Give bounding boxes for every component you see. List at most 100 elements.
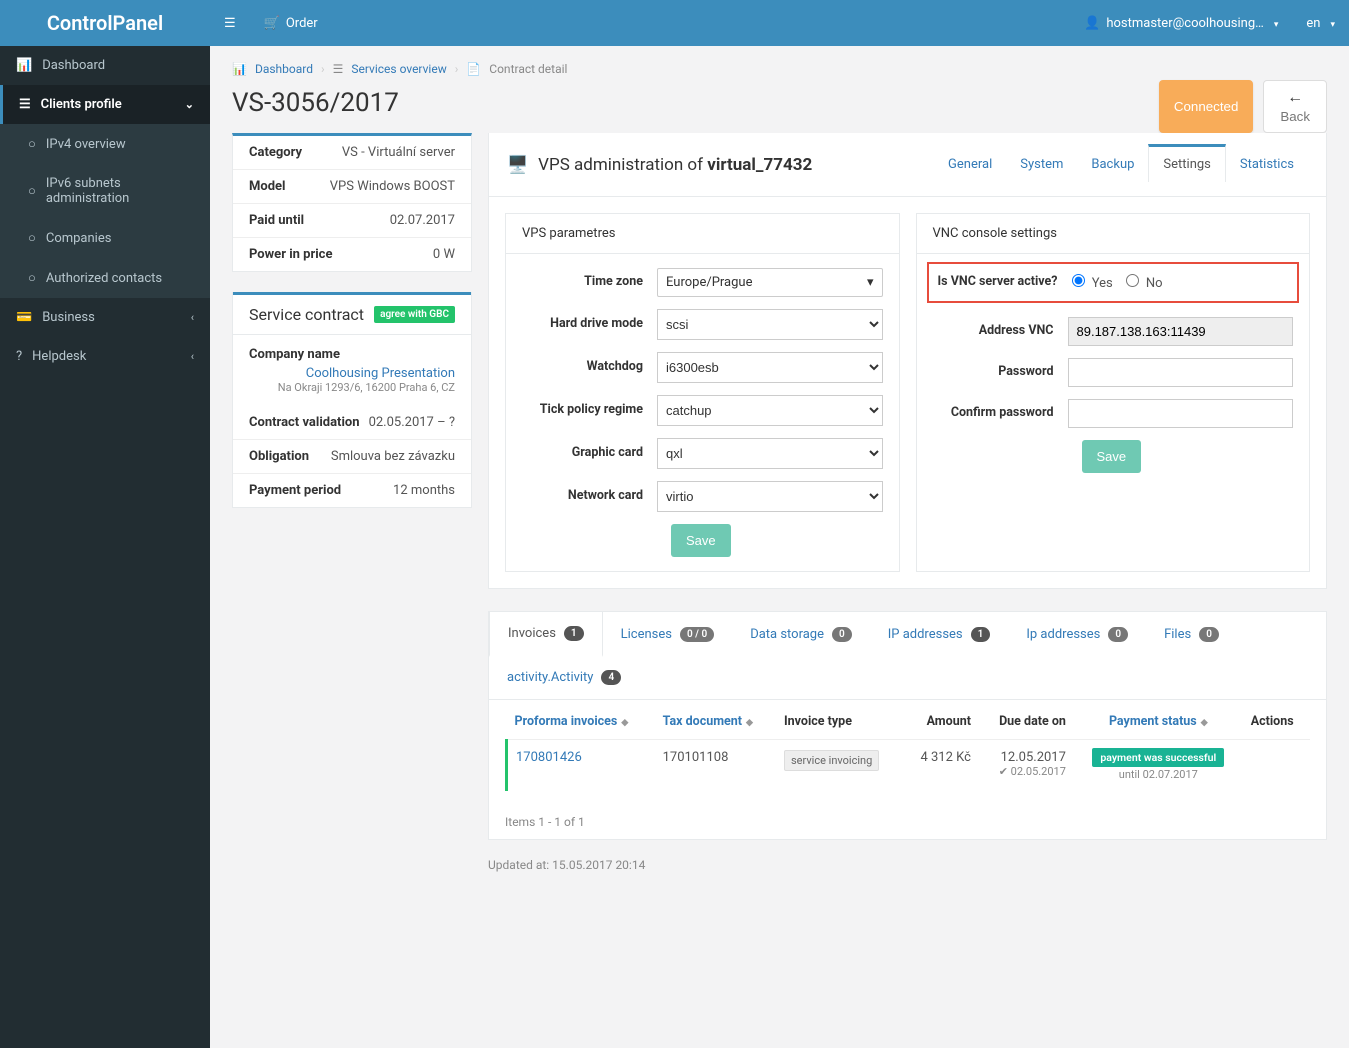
watchdog-select[interactable]: i6300esb xyxy=(657,352,883,383)
tax-cell: 170101108 xyxy=(655,740,776,792)
breadcrumb-dashboard[interactable]: Dashboard xyxy=(255,62,313,76)
menu-toggle-icon[interactable]: ☰ xyxy=(210,16,250,31)
list-icon: ☰ xyxy=(333,62,344,76)
company-address: Na Okraji 1293/6, 16200 Praha 6, CZ xyxy=(249,381,455,394)
badge: 0 / 0 xyxy=(680,627,714,642)
sidebar-item-clients-profile[interactable]: ☰ Clients profile ⌄ xyxy=(0,85,210,124)
chevron-left-icon: ‹ xyxy=(191,350,194,363)
back-button[interactable]: ← Back xyxy=(1263,80,1327,133)
user-label: hostmaster@coolhousing… xyxy=(1106,16,1264,31)
tab-backup[interactable]: Backup xyxy=(1077,147,1148,182)
vnc-no-label: No xyxy=(1146,276,1163,291)
vps-title-name: virtual_77432 xyxy=(707,155,812,175)
save-params-button[interactable]: Save xyxy=(671,524,731,557)
sidebar-item-companies[interactable]: ○ Companies xyxy=(0,218,210,258)
btab-label: Files xyxy=(1164,627,1191,642)
vnc-radio-yes[interactable] xyxy=(1072,274,1085,287)
tick-select[interactable]: catchup xyxy=(657,395,883,426)
breadcrumb-services[interactable]: Services overview xyxy=(351,62,446,76)
btab-label: IP addresses xyxy=(888,627,963,642)
vnc-title: VNC console settings xyxy=(917,214,1310,254)
payment-status-badge: payment was successful xyxy=(1092,748,1224,767)
user-menu[interactable]: 👤 hostmaster@coolhousing… xyxy=(1070,16,1292,31)
btab-label: Invoices xyxy=(508,626,556,641)
user-icon: 👤 xyxy=(1084,16,1100,31)
th-status[interactable]: Payment status◆ xyxy=(1074,704,1243,740)
circle-icon: ○ xyxy=(28,230,36,246)
list-icon: ☰ xyxy=(19,97,31,112)
tab-general[interactable]: General xyxy=(934,147,1006,182)
badge: 0 xyxy=(1108,627,1128,642)
sidebar-item-ipv4[interactable]: ○ IPv4 overview xyxy=(0,124,210,164)
lang-menu[interactable]: en xyxy=(1292,16,1349,31)
vps-params-title: VPS parametres xyxy=(506,214,899,254)
vnc-cpass-label: Confirm password xyxy=(933,405,1068,421)
btab-activity[interactable]: activity.Activity4 xyxy=(489,656,639,699)
btab-files[interactable]: Files0 xyxy=(1146,612,1237,656)
btab-ip-upper[interactable]: IP addresses 1 xyxy=(870,612,1009,656)
net-select[interactable]: virtio xyxy=(657,481,883,512)
chevron-down-icon: ⌄ xyxy=(185,98,194,111)
badge: 1 xyxy=(971,627,991,642)
sort-icon: ◆ xyxy=(1201,718,1208,728)
info-paid-label: Paid until xyxy=(249,213,304,228)
question-icon: ? xyxy=(16,349,22,364)
vnc-pass-input[interactable] xyxy=(1068,358,1294,387)
tab-statistics[interactable]: Statistics xyxy=(1226,147,1308,182)
connected-button[interactable]: Connected xyxy=(1159,80,1253,133)
contract-valid-label: Contract validation xyxy=(249,415,360,430)
vnc-yes-label: Yes xyxy=(1092,276,1113,291)
amount-cell: 4 312 Kč xyxy=(903,740,979,792)
sidebar-item-label: Dashboard xyxy=(42,58,105,73)
hdd-label: Hard drive mode xyxy=(522,316,657,332)
th-tax[interactable]: Tax document◆ xyxy=(655,704,776,740)
order-link[interactable]: 🛒 Order xyxy=(250,16,332,31)
sidebar-item-helpdesk[interactable]: ? Helpdesk ‹ xyxy=(0,337,210,376)
chevron-down-icon xyxy=(1326,16,1335,31)
payment-status-sub: until 02.07.2017 xyxy=(1082,768,1235,781)
sidebar-item-label: IPv4 overview xyxy=(46,137,126,152)
proforma-link[interactable]: 170801426 xyxy=(516,750,582,765)
btab-invoices[interactable]: Invoices1 xyxy=(489,612,603,657)
vps-title-pre: VPS administration of xyxy=(538,155,707,175)
vnc-radio-no[interactable] xyxy=(1126,274,1139,287)
vnc-cpass-input[interactable] xyxy=(1068,399,1294,428)
tick-label: Tick policy regime xyxy=(522,402,657,418)
table-footer: Items 1 - 1 of 1 xyxy=(489,805,1326,839)
vnc-active-label: Is VNC server active? xyxy=(937,274,1072,290)
tab-settings[interactable]: Settings xyxy=(1148,144,1225,182)
btab-licenses[interactable]: Licenses 0 / 0 xyxy=(603,612,733,656)
company-link[interactable]: Coolhousing Presentation xyxy=(306,366,455,381)
gfx-select[interactable]: qxl xyxy=(657,438,883,469)
vnc-radio-no-wrapper[interactable]: No xyxy=(1126,276,1163,291)
updated-at: Updated at: 15.05.2017 20:14 xyxy=(488,858,1327,872)
btab-label: Licenses xyxy=(621,627,672,642)
btab-ip-lower[interactable]: Ip addresses 0 xyxy=(1008,612,1146,656)
btab-storage[interactable]: Data storage0 xyxy=(732,612,870,656)
save-vnc-button[interactable]: Save xyxy=(1082,440,1142,473)
tz-select[interactable]: Europe/Prague ▾ xyxy=(657,268,883,297)
circle-icon: ○ xyxy=(28,136,36,152)
vps-card: 🖥️ VPS administration of virtual_77432 G… xyxy=(488,133,1327,589)
sidebar-item-business[interactable]: 💳 Business ‹ xyxy=(0,298,210,337)
vnc-radio-yes-wrapper[interactable]: Yes xyxy=(1072,276,1113,291)
btab-label: Ip addresses xyxy=(1026,627,1100,642)
lang-label: en xyxy=(1306,16,1320,31)
tab-system[interactable]: System xyxy=(1006,147,1077,182)
service-contract-title: Service contract xyxy=(249,305,364,324)
vnc-panel: VNC console settings Is VNC server activ… xyxy=(916,213,1311,572)
chevron-down-icon: ▾ xyxy=(867,275,874,290)
breadcrumb: 📊 Dashboard › ☰ Services overview › 📄 Co… xyxy=(232,62,1327,76)
th-proforma[interactable]: Proforma invoices◆ xyxy=(507,704,655,740)
sidebar-item-dashboard[interactable]: 📊 Dashboard xyxy=(0,46,210,85)
contract-valid-value: 02.05.2017 – ? xyxy=(369,415,455,430)
sidebar-item-ipv6[interactable]: ○ IPv6 subnets administration xyxy=(0,164,210,218)
order-label: Order xyxy=(286,16,318,31)
contract-oblig-value: Smlouva bez závazku xyxy=(331,449,455,464)
sort-icon: ◆ xyxy=(746,718,753,728)
hdd-select[interactable]: scsi xyxy=(657,309,883,340)
sidebar-item-contacts[interactable]: ○ Authorized contacts xyxy=(0,258,210,298)
info-power-value: 0 W xyxy=(433,247,455,262)
th-amount: Amount xyxy=(903,704,979,740)
sort-icon: ◆ xyxy=(621,718,628,728)
